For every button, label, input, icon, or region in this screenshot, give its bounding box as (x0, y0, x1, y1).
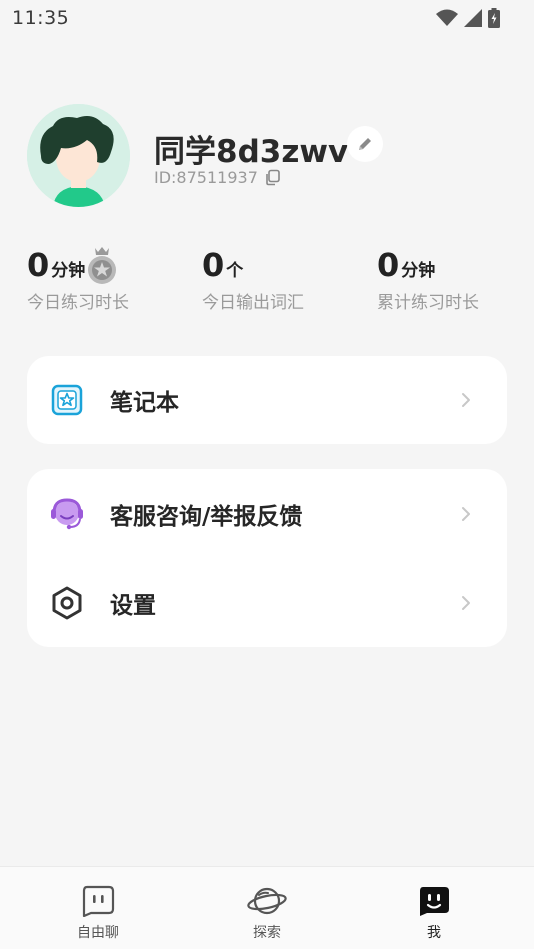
pencil-icon (359, 138, 371, 150)
stat-total-practice: 0 分钟 累计练习时长 (377, 246, 479, 313)
settings-icon (52, 586, 82, 620)
copy-icon[interactable] (264, 169, 281, 186)
user-id-row: ID:87511937 (154, 168, 281, 187)
stat-value: 0 (202, 246, 225, 284)
medal-icon (88, 247, 117, 284)
tab-free-chat[interactable]: 自由聊 (58, 885, 138, 942)
tab-me[interactable]: 我 (394, 885, 474, 942)
stat-label: 今日练习时长 (27, 293, 129, 313)
service-settings-card: 客服咨询/举报反馈 设置 (27, 469, 507, 647)
nickname: 同学8d3zwv (154, 134, 349, 170)
notebook-icon (51, 384, 83, 416)
status-time: 11:35 (12, 7, 70, 29)
stat-unit: 个 (226, 261, 244, 281)
chat-face-icon (82, 885, 115, 917)
menu-item-notebook[interactable]: 笔记本 (27, 356, 507, 444)
menu-item-label: 设置 (110, 593, 156, 619)
menu-item-settings[interactable]: 设置 (27, 559, 507, 647)
chevron-right-icon (462, 596, 470, 610)
stats-row: 0 分钟 今日练习时长 0 个 今日输出词汇 0 分钟 累计练习时长 (27, 246, 507, 316)
wifi-icon (436, 9, 458, 26)
stat-label: 今日输出词汇 (202, 293, 304, 313)
bottom-tab-bar: 自由聊 探索 我 (0, 866, 534, 949)
profile-header: 同学8d3zwv ID:87511937 (27, 104, 507, 210)
customer-service-icon (51, 498, 83, 530)
stat-value: 0 (377, 246, 400, 284)
menu-item-customer-service[interactable]: 客服咨询/举报反馈 (27, 469, 507, 559)
stat-today-practice: 0 分钟 今日练习时长 (27, 246, 129, 313)
stat-unit: 分钟 (401, 261, 436, 281)
planet-icon (247, 887, 287, 915)
status-bar: 11:35 (0, 0, 534, 36)
stat-today-words: 0 个 今日输出词汇 (202, 246, 304, 313)
status-icons (436, 8, 500, 28)
notebook-card: 笔记本 (27, 356, 507, 444)
menu-item-label: 客服咨询/举报反馈 (110, 504, 303, 530)
avatar[interactable] (27, 104, 130, 207)
chevron-right-icon (462, 393, 470, 407)
battery-icon (488, 8, 500, 28)
me-face-icon (420, 887, 449, 916)
tab-explore[interactable]: 探索 (227, 885, 307, 942)
avatar-icon (27, 104, 130, 207)
chevron-right-icon (462, 507, 470, 521)
signal-icon (464, 9, 482, 27)
edit-profile-button[interactable] (347, 126, 383, 162)
tab-label: 我 (427, 925, 441, 941)
user-id: ID:87511937 (154, 168, 258, 187)
stat-value: 0 (27, 246, 50, 284)
stat-label: 累计练习时长 (377, 293, 479, 313)
stat-unit: 分钟 (51, 261, 86, 281)
tab-label: 探索 (253, 925, 281, 941)
tab-label: 自由聊 (77, 925, 119, 941)
menu-item-label: 笔记本 (110, 390, 179, 416)
